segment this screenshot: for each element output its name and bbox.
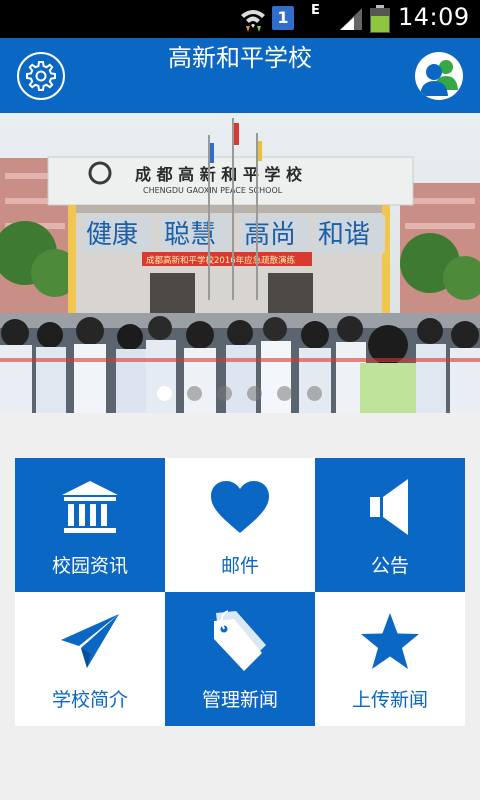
menu-label: 公告: [370, 555, 409, 577]
carousel-dot[interactable]: [277, 386, 292, 401]
tag-icon: [214, 610, 266, 671]
carousel-dot[interactable]: [187, 386, 202, 401]
clock: 14:09: [398, 3, 470, 31]
school-sign-en: CHENGDU GAOXIN PEACE SCHOOL: [143, 186, 283, 195]
gear-icon: [26, 61, 56, 91]
notification-badge: 1: [272, 6, 294, 30]
motto-4: 和谐: [318, 220, 370, 250]
settings-button[interactable]: [17, 52, 65, 100]
carousel-dot[interactable]: [307, 386, 322, 401]
star-icon: [361, 613, 419, 669]
school-photo: 成 都 高 新 和 平 学 校 CHENGDU GAOXIN PEACE SCH…: [0, 113, 480, 413]
menu-campus-news[interactable]: 校园资讯: [15, 458, 165, 592]
menu-upload-news[interactable]: 上传新闻: [315, 592, 465, 726]
menu-announcements[interactable]: 公告: [315, 458, 465, 592]
menu-school-intro[interactable]: 学校简介: [15, 592, 165, 726]
user-avatar-button[interactable]: [415, 52, 463, 100]
status-bar: 1 E 14:09: [0, 0, 480, 38]
carousel-dot[interactable]: [217, 386, 232, 401]
menu-label: 邮件: [220, 555, 259, 577]
signal-icon: [340, 8, 362, 30]
page-title: 高新和平学校: [168, 44, 312, 72]
wifi-icon: [241, 10, 265, 32]
app-header: 高新和平学校: [0, 38, 480, 113]
event-banner-text: 成都高新和平学校2016年应急疏散演练: [146, 255, 296, 266]
menu-label: 上传新闻: [351, 689, 428, 711]
heart-icon: [211, 481, 269, 533]
carousel-indicators: [0, 386, 480, 402]
menu-grid: 校园资讯 邮件 公告 学校简介 管理新闻 上传新闻: [15, 458, 465, 726]
banner-carousel[interactable]: 成 都 高 新 和 平 学 校 CHENGDU GAOXIN PEACE SCH…: [0, 113, 480, 413]
motto-3: 高尚: [244, 220, 296, 250]
menu-label: 学校简介: [51, 689, 128, 711]
speaker-icon: [370, 479, 408, 535]
motto-1: 健康: [86, 220, 138, 250]
users-icon: [420, 60, 458, 96]
menu-label: 管理新闻: [201, 689, 278, 711]
bank-icon: [62, 481, 118, 533]
school-sign-cn: 成 都 高 新 和 平 学 校: [135, 165, 303, 184]
battery-icon: [370, 5, 390, 33]
paper-plane-icon: [61, 614, 119, 668]
carousel-dot[interactable]: [157, 386, 172, 401]
network-type: E: [311, 3, 320, 18]
menu-label: 校园资讯: [51, 555, 128, 577]
carousel-dot[interactable]: [247, 386, 262, 401]
menu-manage-news[interactable]: 管理新闻: [165, 592, 315, 726]
menu-mail[interactable]: 邮件: [165, 458, 315, 592]
